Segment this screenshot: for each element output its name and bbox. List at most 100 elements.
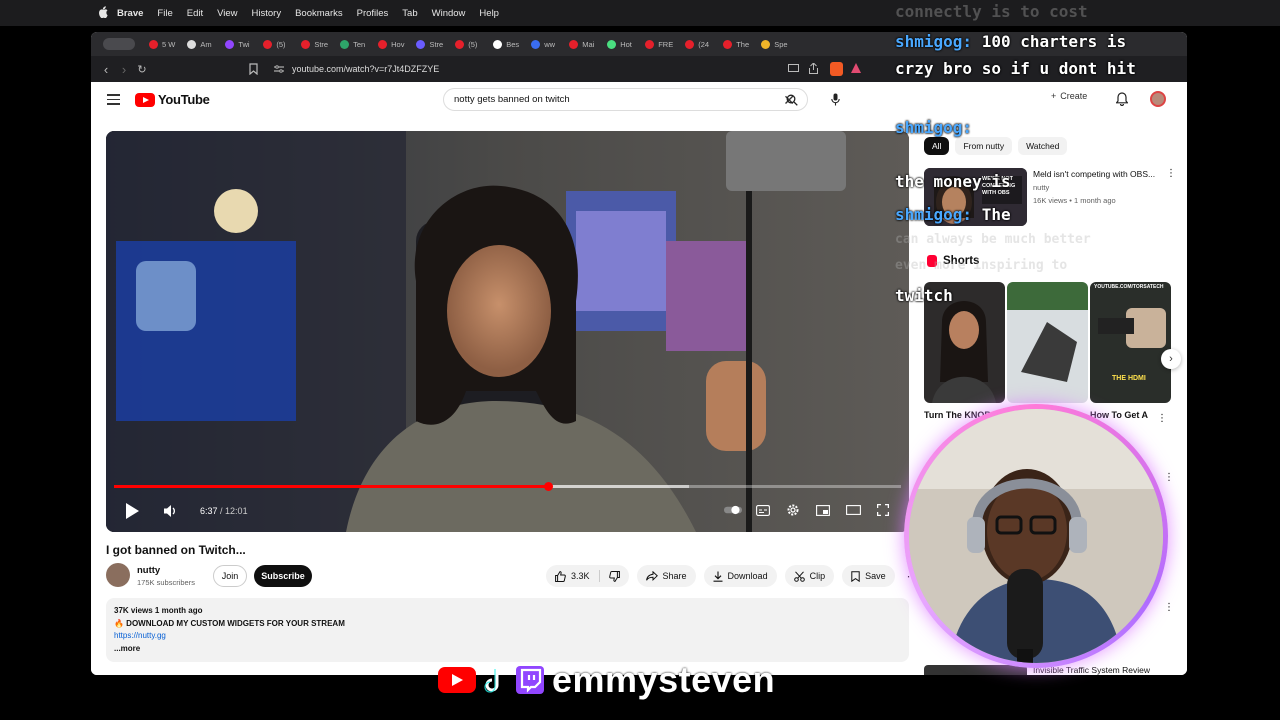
video-options-icon[interactable]: ⋮ bbox=[1164, 602, 1174, 613]
gear-icon bbox=[787, 504, 799, 516]
like-button[interactable]: 3.3K bbox=[546, 565, 629, 587]
save-button[interactable]: Save bbox=[842, 565, 895, 587]
amazon-favicon-icon bbox=[187, 39, 197, 49]
browser-tab[interactable]: Ten bbox=[336, 35, 370, 53]
browser-tab[interactable]: The bbox=[719, 35, 753, 53]
site-favicon-icon bbox=[416, 39, 426, 49]
browser-tab[interactable]: (5) bbox=[451, 35, 485, 53]
chat-message: shmigog: 100 charters is bbox=[895, 32, 1126, 51]
youtube-favicon-icon bbox=[645, 39, 655, 49]
share-page-icon[interactable] bbox=[809, 63, 818, 74]
time-display: 6:37 / 12:01 bbox=[200, 506, 248, 516]
browser-tab[interactable]: (5) bbox=[259, 35, 293, 53]
url-text: youtube.com/watch?v=r7Jt4DZFZYE bbox=[292, 64, 440, 74]
play-icon[interactable] bbox=[124, 503, 140, 519]
browser-tab[interactable]: Am bbox=[183, 35, 217, 53]
join-button[interactable]: Join bbox=[213, 565, 247, 587]
browser-tab[interactable]: FRE bbox=[641, 35, 677, 53]
chat-text: crzy bro so if u dont hit bbox=[895, 59, 1136, 78]
menu-brave[interactable]: Brave bbox=[110, 8, 150, 19]
short-caption-3[interactable]: How To Get A bbox=[1090, 409, 1160, 421]
reload-icon[interactable]: ↻ bbox=[133, 60, 151, 78]
video-actions: 3.3K Share Download Clip Save bbox=[546, 565, 922, 587]
youtube-favicon-icon bbox=[723, 39, 733, 49]
search-input[interactable]: notty gets banned on twitch ✕ bbox=[443, 88, 808, 111]
channel-avatar[interactable] bbox=[106, 563, 130, 587]
site-settings-icon[interactable] bbox=[274, 65, 284, 73]
youtube-logo[interactable]: YouTube bbox=[135, 92, 210, 107]
bookmark-icon[interactable] bbox=[249, 63, 258, 75]
twitch-favicon-icon bbox=[225, 39, 235, 49]
autoplay-toggle[interactable] bbox=[724, 501, 742, 519]
share-button[interactable]: Share bbox=[636, 565, 696, 587]
menu-edit[interactable]: Edit bbox=[180, 8, 210, 19]
progress-scrubber[interactable] bbox=[543, 482, 553, 491]
menu-profiles[interactable]: Profiles bbox=[350, 8, 396, 19]
browser-tab[interactable]: Hov bbox=[374, 35, 408, 53]
menu-bookmarks[interactable]: Bookmarks bbox=[288, 8, 350, 19]
thumbs-down-icon[interactable] bbox=[608, 570, 620, 582]
menu-history[interactable]: History bbox=[245, 8, 289, 19]
video-title: I got banned on Twitch... bbox=[106, 543, 246, 557]
video-progress-bar[interactable] bbox=[114, 482, 901, 491]
screen: Brave File Edit View History Bookmarks P… bbox=[0, 0, 1280, 720]
browser-tab[interactable]: Spe bbox=[757, 35, 791, 53]
browser-tab[interactable]: ww bbox=[527, 35, 561, 53]
tab-group-pill[interactable] bbox=[103, 38, 135, 50]
browser-tab[interactable]: Stre bbox=[412, 35, 447, 53]
clip-button[interactable]: Clip bbox=[784, 565, 835, 587]
youtube-favicon-icon bbox=[301, 39, 311, 49]
channel-name[interactable]: nutty bbox=[137, 565, 160, 576]
show-more-link[interactable]: ...more bbox=[114, 643, 901, 656]
short-options-icon[interactable]: ⋮ bbox=[1157, 413, 1167, 424]
shorts-next-arrow-icon[interactable]: › bbox=[1161, 349, 1181, 369]
browser-tab[interactable]: Bes bbox=[489, 35, 523, 53]
video-player[interactable]: 6:37 / 12:01 bbox=[106, 131, 909, 532]
browser-tab[interactable]: Twi bbox=[221, 35, 255, 53]
menu-tab[interactable]: Tab bbox=[395, 8, 424, 19]
menu-help[interactable]: Help bbox=[472, 8, 506, 19]
thumbs-up-icon bbox=[555, 570, 566, 582]
browser-tab[interactable]: Hot bbox=[603, 35, 637, 53]
like-divider bbox=[598, 570, 600, 582]
fullscreen-button[interactable] bbox=[874, 501, 892, 519]
voice-search-button[interactable] bbox=[825, 89, 845, 109]
stream-chat-overlay: connectly is to cost shmigog: 100 charte… bbox=[895, 0, 1195, 310]
captions-button[interactable] bbox=[754, 501, 772, 519]
youtube-favicon-icon bbox=[685, 39, 695, 49]
miniplayer-button[interactable] bbox=[814, 501, 832, 519]
menu-window[interactable]: Window bbox=[425, 8, 473, 19]
share-arrow-icon bbox=[645, 571, 658, 581]
brave-shield-icon[interactable] bbox=[830, 62, 843, 76]
browser-tab[interactable]: (24 bbox=[681, 35, 715, 53]
video-options-icon[interactable]: ⋮ bbox=[1164, 472, 1174, 483]
volume-icon[interactable] bbox=[163, 504, 177, 518]
menu-icon[interactable] bbox=[107, 94, 120, 105]
chat-message: twitch bbox=[895, 286, 953, 305]
theater-mode-button[interactable] bbox=[844, 501, 862, 519]
apple-icon[interactable] bbox=[98, 6, 108, 18]
youtube-favicon-icon bbox=[378, 39, 388, 49]
browser-tab[interactable]: Mai bbox=[565, 35, 599, 53]
back-arrow-icon[interactable]: ‹ bbox=[97, 60, 115, 78]
download-icon bbox=[713, 571, 723, 582]
browser-tab[interactable]: Stre bbox=[297, 35, 332, 53]
webcam-overlay bbox=[904, 404, 1168, 668]
menu-view[interactable]: View bbox=[210, 8, 244, 19]
chat-username: shmigog: bbox=[895, 205, 973, 224]
download-button[interactable]: Download bbox=[703, 565, 777, 587]
browser-tab[interactable]: 5 W bbox=[145, 35, 179, 53]
cast-icon[interactable] bbox=[788, 64, 799, 73]
menu-file[interactable]: File bbox=[150, 8, 179, 19]
time-current: 6:37 bbox=[200, 506, 218, 516]
settings-button[interactable] bbox=[784, 501, 802, 519]
brave-rewards-icon[interactable] bbox=[851, 63, 861, 73]
description-link[interactable]: https://nutty.gg bbox=[114, 630, 901, 643]
url-field[interactable]: youtube.com/watch?v=r7Jt4DZFZYE bbox=[274, 60, 914, 78]
description-box[interactable]: 37K views 1 month ago 🔥 DOWNLOAD MY CUST… bbox=[106, 598, 909, 662]
save-playlist-icon bbox=[851, 570, 860, 582]
view-stats: 37K views 1 month ago bbox=[114, 606, 203, 615]
search-button[interactable] bbox=[781, 89, 803, 111]
subscribe-button[interactable]: Subscribe bbox=[254, 565, 312, 587]
forward-arrow-icon[interactable]: › bbox=[115, 60, 133, 78]
